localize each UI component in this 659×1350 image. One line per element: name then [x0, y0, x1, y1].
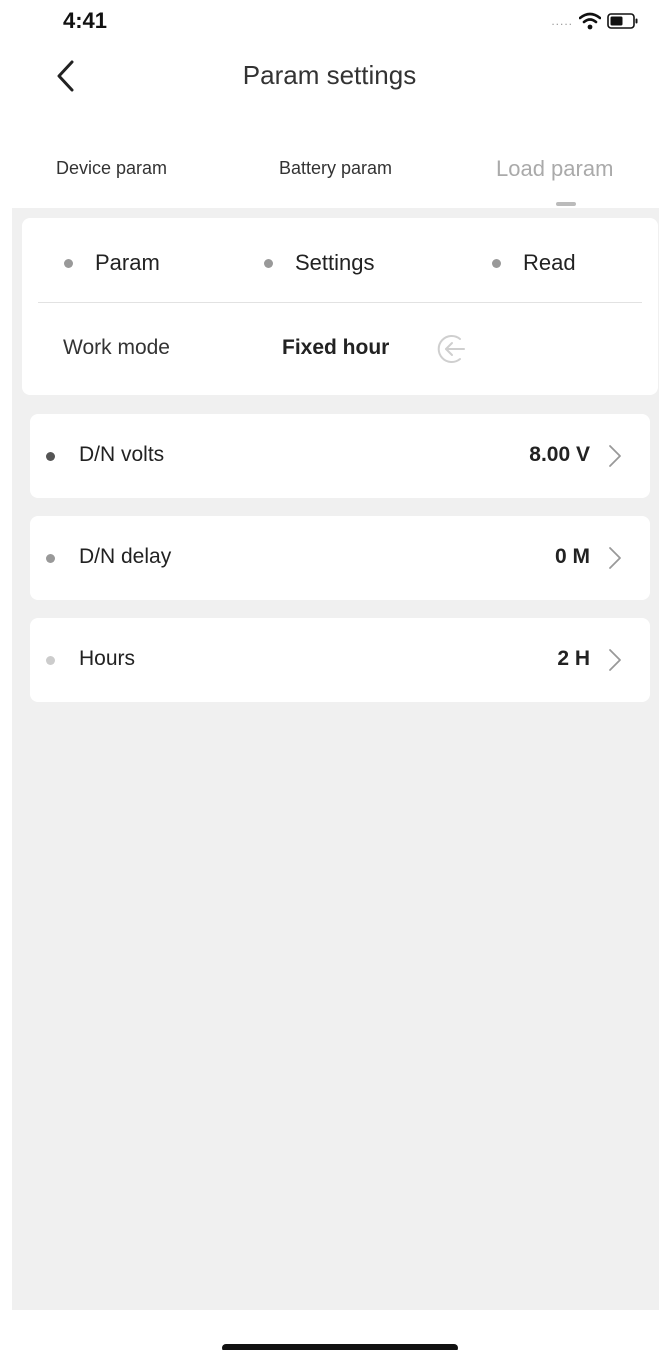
read-option[interactable]: Read: [492, 250, 576, 276]
chevron-right-icon: [609, 445, 621, 467]
bullet-dot: [264, 258, 273, 268]
param-option-label: Param: [95, 250, 160, 275]
row-label: D/N volts: [79, 443, 165, 466]
bullet-dot: [492, 258, 501, 268]
dn-volts-row[interactable]: D/N volts 8.00 V: [30, 414, 650, 498]
bullet-dot: [46, 452, 55, 461]
work-mode-label: Work mode: [63, 336, 170, 359]
nav-bar: Param settings: [0, 44, 659, 108]
dn-delay-row[interactable]: D/N delay 0 M: [30, 516, 650, 600]
bullet-dot: [64, 258, 73, 268]
page-title: Param settings: [242, 60, 417, 90]
status-time: 4:41: [63, 8, 108, 33]
read-option-label: Read: [523, 250, 576, 275]
wifi-icon: [579, 12, 601, 30]
tab-load-param[interactable]: Load param: [496, 156, 613, 182]
settings-option[interactable]: Settings: [264, 250, 375, 276]
divider: [38, 302, 642, 303]
screen: 4:41 ..... Param settings Device param B…: [0, 0, 659, 1350]
work-mode-value: Fixed hour: [282, 336, 390, 359]
status-icons: .....: [551, 12, 639, 30]
tab-device-param[interactable]: Device param: [56, 158, 167, 179]
settings-option-label: Settings: [295, 250, 375, 275]
chevron-right-icon: [609, 649, 621, 671]
bullet-dot: [46, 656, 55, 665]
row-label: Hours: [79, 647, 136, 670]
param-header-card: Param Settings Read Work mode Fixed hour: [22, 218, 658, 395]
row-value: 0 M: [554, 545, 590, 568]
row-value: 8.00 V: [529, 443, 590, 466]
tab-battery-param[interactable]: Battery param: [279, 158, 392, 179]
switch-mode-icon[interactable]: [432, 330, 470, 368]
param-option[interactable]: Param: [64, 250, 160, 276]
hours-row[interactable]: Hours 2 H: [30, 618, 650, 702]
battery-icon: [607, 13, 638, 29]
status-bar: 4:41 .....: [0, 0, 659, 44]
chevron-right-icon: [609, 547, 621, 569]
row-value: 2 H: [557, 647, 590, 670]
tab-bar: Device param Battery param Load param: [0, 150, 659, 208]
row-label: D/N delay: [79, 545, 172, 568]
tab-indicator: [556, 202, 576, 206]
home-indicator[interactable]: [222, 1344, 458, 1350]
signal-icon: .....: [551, 14, 573, 28]
bullet-dot: [46, 554, 55, 563]
